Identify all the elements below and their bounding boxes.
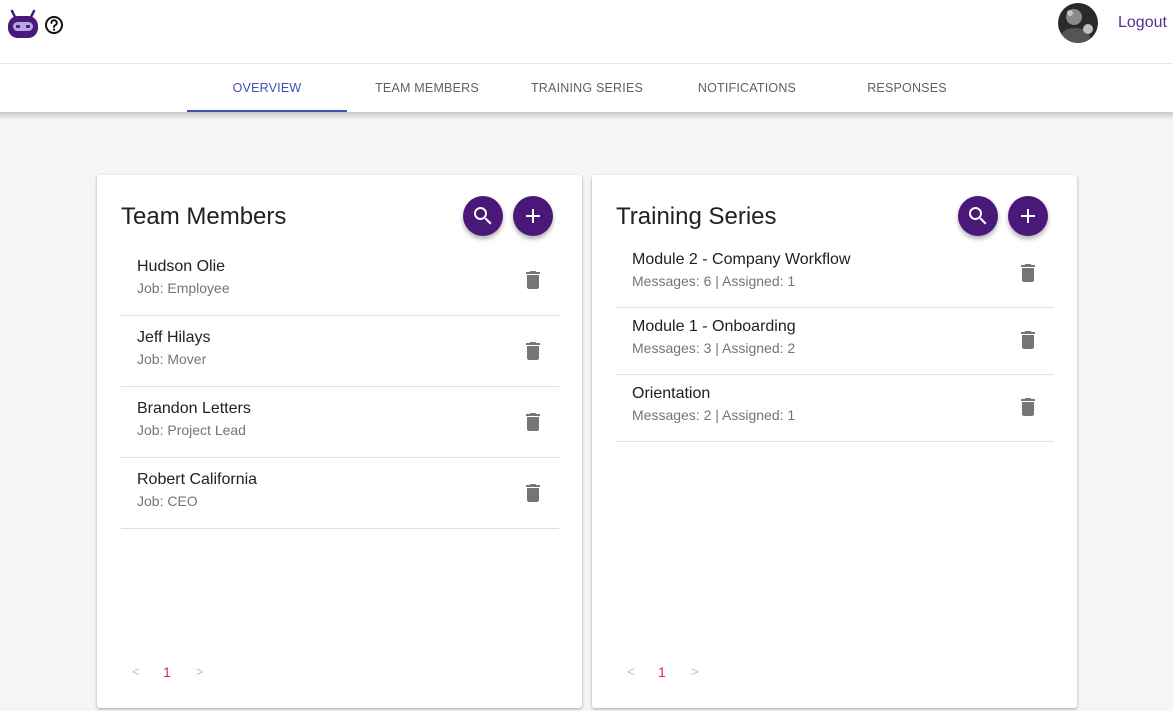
trash-icon[interactable]	[521, 481, 545, 505]
tab-training-series[interactable]: TRAINING SERIES	[507, 64, 667, 112]
tab-overview[interactable]: OVERVIEW	[187, 64, 347, 112]
next-page-button[interactable]: >	[691, 664, 699, 679]
tab-responses[interactable]: RESPONSES	[827, 64, 987, 112]
series-name: Module 1 - Onboarding	[632, 318, 796, 335]
add-training-series-button[interactable]	[1008, 196, 1048, 236]
search-training-series-button[interactable]	[958, 196, 998, 236]
member-job: Job: CEO	[137, 493, 198, 509]
member-job: Job: Mover	[137, 351, 207, 367]
add-icon	[1021, 209, 1035, 223]
series-name: Module 2 - Company Workflow	[632, 251, 851, 268]
member-name: Robert California	[137, 471, 258, 488]
trash-icon[interactable]	[1016, 328, 1040, 352]
series-meta: Messages: 6 | Assigned: 1	[632, 273, 796, 289]
team-members-card: Team Members Hudson Olie Job: Employee J…	[97, 175, 582, 708]
trash-icon[interactable]	[1016, 395, 1040, 419]
page-number-button[interactable]: 1	[658, 664, 666, 680]
next-page-button[interactable]: >	[196, 664, 204, 679]
tab-team-members[interactable]: TEAM MEMBERS	[347, 64, 507, 112]
training-series-row[interactable]: Orientation Messages: 2 | Assigned: 1	[616, 375, 1054, 442]
logout-link[interactable]: Logout	[1118, 14, 1167, 32]
team-members-list: Hudson Olie Job: Employee Jeff Hilays Jo…	[121, 245, 559, 529]
member-name: Hudson Olie	[137, 258, 226, 275]
training-series-title: Training Series	[616, 203, 777, 230]
member-job: Job: Employee	[137, 280, 230, 296]
trash-icon[interactable]	[1016, 261, 1040, 285]
team-member-row[interactable]: Robert California Job: CEO	[121, 458, 559, 529]
prev-page-button[interactable]: <	[627, 664, 635, 679]
series-meta: Messages: 3 | Assigned: 2	[632, 340, 796, 356]
search-icon	[969, 207, 987, 225]
team-members-title: Team Members	[121, 203, 287, 230]
training-series-row[interactable]: Module 2 - Company Workflow Messages: 6 …	[616, 241, 1054, 308]
series-meta: Messages: 2 | Assigned: 1	[632, 407, 796, 423]
trash-icon[interactable]	[521, 339, 545, 363]
member-name: Brandon Letters	[137, 400, 251, 417]
training-series-list: Module 2 - Company Workflow Messages: 6 …	[616, 241, 1054, 442]
team-member-row[interactable]: Jeff Hilays Job: Mover	[121, 316, 559, 387]
help-icon[interactable]	[44, 15, 64, 35]
training-series-row[interactable]: Module 1 - Onboarding Messages: 3 | Assi…	[616, 308, 1054, 375]
team-member-row[interactable]: Brandon Letters Job: Project Lead	[121, 387, 559, 458]
training-series-card: Training Series Module 2 - Company Workf…	[592, 175, 1077, 708]
trash-icon[interactable]	[521, 268, 545, 292]
main-tab-bar: OVERVIEW TEAM MEMBERS TRAINING SERIES NO…	[0, 64, 1173, 112]
robot-logo-icon[interactable]	[6, 9, 40, 39]
member-job: Job: Project Lead	[137, 422, 246, 438]
prev-page-button[interactable]: <	[132, 664, 140, 679]
add-team-member-button[interactable]	[513, 196, 553, 236]
top-app-bar: Logout	[0, 0, 1173, 64]
add-icon	[526, 209, 540, 223]
tab-bar-shadow	[0, 112, 1173, 120]
page-number-button[interactable]: 1	[163, 664, 171, 680]
user-avatar[interactable]	[1058, 3, 1098, 43]
member-name: Jeff Hilays	[137, 329, 211, 346]
search-team-members-button[interactable]	[463, 196, 503, 236]
trash-icon[interactable]	[521, 410, 545, 434]
search-icon	[474, 207, 492, 225]
series-name: Orientation	[632, 385, 711, 402]
tab-notifications[interactable]: NOTIFICATIONS	[667, 64, 827, 112]
team-member-row[interactable]: Hudson Olie Job: Employee	[121, 245, 559, 316]
